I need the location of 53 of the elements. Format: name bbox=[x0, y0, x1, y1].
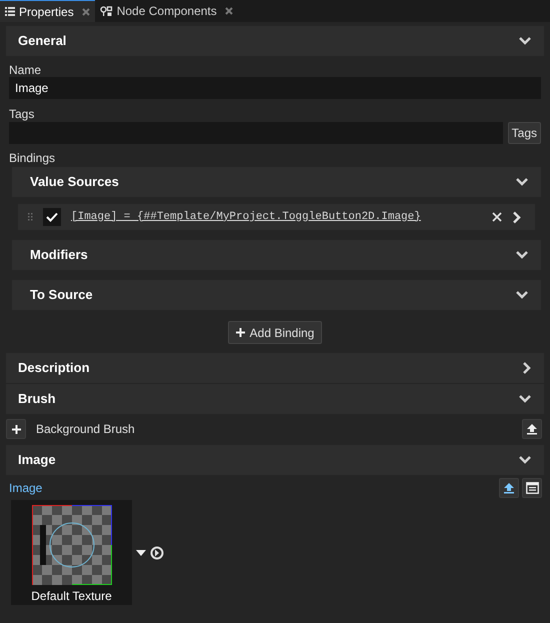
add-button[interactable] bbox=[6, 419, 26, 439]
section-title: Image bbox=[18, 451, 56, 470]
property-label: Background Brush bbox=[36, 421, 136, 438]
plus-icon bbox=[236, 328, 245, 337]
tab-label: Properties bbox=[19, 4, 74, 20]
binding-row[interactable]: [Image] = {##Template/MyProject.ToggleButton2D.Image} bbox=[18, 204, 535, 230]
window-icon bbox=[526, 482, 538, 494]
binding-expression[interactable]: [Image] = {##Template/MyProject.ToggleButton2D.Image} bbox=[71, 208, 482, 226]
dropdown-arrow-icon[interactable] bbox=[136, 550, 146, 556]
field-label: Bindings bbox=[9, 150, 56, 165]
upload-icon bbox=[503, 482, 515, 494]
field-label: Tags bbox=[9, 106, 36, 121]
upload-button[interactable] bbox=[499, 478, 519, 498]
checkbox[interactable] bbox=[43, 208, 61, 226]
section-title: Brush bbox=[18, 390, 56, 408]
texture-name: Default Texture bbox=[31, 588, 112, 605]
panel-tab[interactable]: Properties bbox=[0, 0, 95, 22]
chevron-down-icon[interactable] bbox=[518, 455, 532, 465]
chevron-right-icon[interactable] bbox=[512, 210, 521, 224]
chevron-down-icon[interactable] bbox=[518, 394, 532, 404]
section-header[interactable]: Description bbox=[6, 353, 544, 383]
upload-button[interactable] bbox=[522, 419, 542, 439]
section-header[interactable]: Modifiers bbox=[12, 240, 541, 270]
texture-thumbnail[interactable]: Default Texture bbox=[11, 500, 132, 605]
arrow-circle-icon[interactable] bbox=[150, 546, 164, 560]
components-icon bbox=[100, 6, 113, 16]
chevron-down-icon[interactable] bbox=[518, 36, 532, 46]
section-header[interactable]: Image bbox=[6, 445, 544, 475]
chevron-down-icon[interactable] bbox=[515, 250, 529, 260]
section-title: To Source bbox=[30, 286, 93, 304]
plus-icon bbox=[12, 424, 20, 434]
chevron-right-icon[interactable] bbox=[522, 361, 532, 375]
property-label: Image bbox=[9, 480, 42, 497]
add-binding-button[interactable]: Add Binding bbox=[228, 321, 322, 344]
section-header[interactable]: General bbox=[6, 26, 544, 56]
list-icon bbox=[5, 7, 15, 16]
section-title: General bbox=[18, 32, 66, 50]
name-field[interactable]: Image bbox=[9, 77, 541, 99]
section-header[interactable]: To Source bbox=[12, 280, 541, 310]
browse-button[interactable] bbox=[522, 478, 542, 498]
section-title: Modifiers bbox=[30, 246, 88, 264]
tab-label: Node Components bbox=[116, 3, 217, 20]
field-label: Name bbox=[9, 62, 42, 77]
chevron-down-icon[interactable] bbox=[515, 290, 529, 300]
section-header[interactable]: Value Sources bbox=[12, 167, 541, 197]
chevron-down-icon[interactable] bbox=[515, 177, 529, 187]
section-header[interactable]: Brush bbox=[6, 384, 544, 414]
tags-button[interactable]: Tags bbox=[508, 122, 541, 144]
section-title: Value Sources bbox=[30, 173, 119, 192]
panel-tab[interactable]: Node Components bbox=[94, 0, 238, 22]
upload-icon bbox=[526, 423, 538, 435]
drag-handle-icon[interactable] bbox=[28, 213, 33, 221]
section-title: Description bbox=[18, 359, 90, 378]
